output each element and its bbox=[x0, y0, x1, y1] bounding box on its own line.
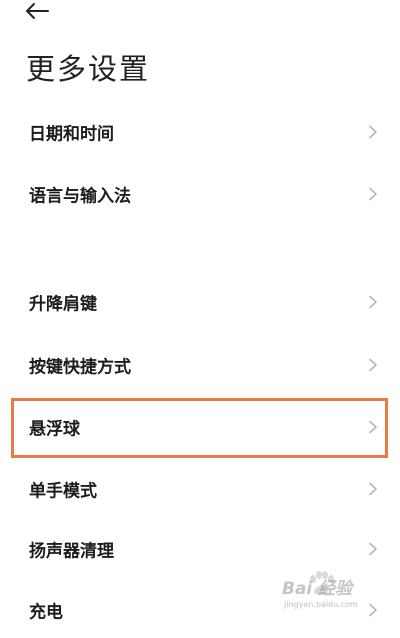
chevron-right-icon bbox=[369, 125, 377, 139]
settings-item-label: 升降肩键 bbox=[29, 294, 97, 315]
settings-item-label: 单手模式 bbox=[29, 481, 97, 502]
settings-item-label: 按键快捷方式 bbox=[29, 357, 131, 378]
settings-item-date-time[interactable]: 日期和时间 bbox=[0, 104, 400, 160]
settings-item-label: 扬声器清理 bbox=[29, 541, 114, 562]
back-button[interactable] bbox=[24, 0, 60, 22]
settings-item-one-handed-mode[interactable]: 单手模式 bbox=[0, 461, 400, 517]
arrow-left-icon bbox=[26, 3, 49, 19]
page-title: 更多设置 bbox=[26, 52, 151, 86]
chevron-right-icon bbox=[369, 603, 377, 617]
settings-item-floating-ball[interactable]: 悬浮球 bbox=[0, 399, 400, 455]
section-divider bbox=[0, 234, 400, 278]
settings-item-speaker-cleanup[interactable]: 扬声器清理 bbox=[0, 521, 400, 577]
chevron-right-icon bbox=[369, 420, 377, 434]
chevron-right-icon bbox=[369, 542, 377, 556]
settings-item-language-input[interactable]: 语言与输入法 bbox=[0, 166, 400, 222]
settings-item-button-shortcuts[interactable]: 按键快捷方式 bbox=[0, 337, 400, 393]
settings-item-label: 悬浮球 bbox=[29, 419, 80, 440]
chevron-right-icon bbox=[369, 295, 377, 309]
chevron-right-icon bbox=[369, 187, 377, 201]
chevron-right-icon bbox=[369, 358, 377, 372]
settings-item-label: 充电 bbox=[29, 602, 63, 623]
chevron-right-icon bbox=[369, 482, 377, 496]
settings-item-shoulder-keys[interactable]: 升降肩键 bbox=[0, 274, 400, 330]
settings-item-label: 语言与输入法 bbox=[29, 186, 131, 207]
settings-item-label: 日期和时间 bbox=[29, 124, 114, 145]
settings-item-charging[interactable]: 充电 bbox=[0, 582, 400, 638]
